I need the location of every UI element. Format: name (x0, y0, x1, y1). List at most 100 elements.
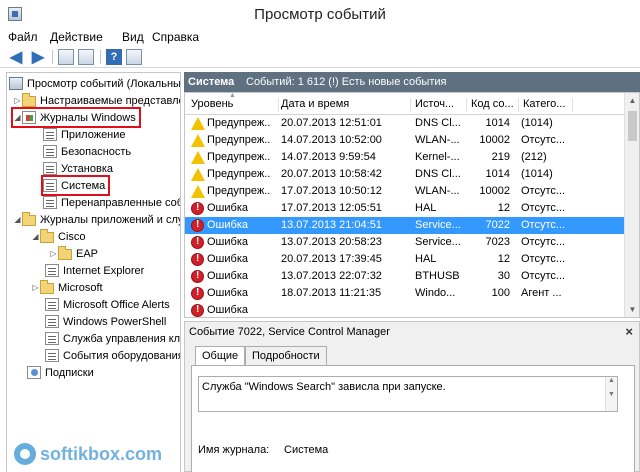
row-source: WLAN-... (415, 134, 460, 146)
tree-item-key-management[interactable]: Служба управления ключами (45, 330, 180, 347)
up-folder-icon[interactable] (58, 49, 74, 65)
log-icon (45, 298, 59, 311)
table-row[interactable]: Ошибка (185, 302, 625, 317)
tree-item-internet-explorer[interactable]: Internet Explorer (45, 262, 144, 279)
menu-help[interactable]: Справка (152, 30, 199, 44)
tree-item-cisco[interactable]: ◢ Cisco (31, 228, 86, 245)
forward-arrow-icon[interactable]: ▶ (30, 49, 46, 66)
error-icon (191, 219, 204, 232)
tree-item-label: Настраиваемые представления (40, 94, 180, 107)
scroll-thumb[interactable] (628, 111, 637, 141)
help-icon[interactable]: ? (106, 49, 122, 65)
error-icon (191, 304, 204, 317)
event-message-box[interactable]: Служба "Windows Search" зависла при запу… (198, 376, 618, 412)
column-source[interactable]: Источ... (415, 98, 467, 112)
tree-item-setup[interactable]: Установка (43, 160, 113, 177)
tree-item-app-service-logs[interactable]: ◢ Журналы приложений и служб (13, 211, 180, 228)
row-source: DNS Cl... (415, 168, 461, 180)
table-row[interactable]: Предупреж... 14.07.2013 10:52:00 WLAN-... 1… (185, 132, 625, 149)
tree-item-label: Журналы приложений и служб (40, 213, 180, 226)
row-event-id: 1014 (485, 168, 510, 180)
row-event-id: 1014 (485, 117, 510, 129)
warning-icon (191, 151, 205, 164)
collapse-icon[interactable]: ◢ (13, 215, 22, 224)
tab-details[interactable]: Подробности (245, 346, 327, 365)
tree-item-label: Подписки (45, 366, 94, 379)
tree-item-security[interactable]: Безопасность (43, 143, 131, 160)
column-datetime[interactable]: Дата и время (281, 98, 411, 112)
row-level: Ошибка (207, 304, 248, 316)
table-row[interactable]: Ошибка 18.07.2013 11:21:35 Windo... 100 Аген… (185, 285, 625, 302)
row-datetime: 17.07.2013 10:50:12 (281, 185, 382, 197)
tree-item-label: Internet Explorer (63, 264, 145, 277)
close-icon[interactable]: × (625, 324, 633, 339)
scroll-up-icon[interactable]: ▲ (625, 93, 639, 108)
table-row[interactable]: Предупреж... 17.07.2013 10:50:12 WLAN-... 1… (185, 183, 625, 200)
column-category[interactable]: Катего... (523, 98, 573, 112)
column-event-id[interactable]: Код со... (471, 98, 519, 112)
row-datetime: 13.07.2013 22:07:32 (281, 270, 382, 282)
error-icon (191, 253, 204, 266)
log-icon (45, 315, 59, 328)
column-level[interactable]: Уровень (191, 98, 279, 112)
tree-item-label: EAP (76, 247, 99, 260)
table-row[interactable]: Предупреж... 20.07.2013 12:51:01 DNS Cl...… (185, 115, 625, 132)
table-row[interactable]: Ошибка 13.07.2013 21:04:51 Service... 7022 О… (185, 217, 625, 234)
expand-icon[interactable]: ▷ (49, 249, 58, 258)
tree-item-powershell[interactable]: Windows PowerShell (45, 313, 166, 330)
row-category: Отсутс... (521, 185, 566, 197)
subscriptions-icon (27, 366, 41, 379)
table-row[interactable]: Ошибка 17.07.2013 12:05:51 HAL 12 Отсутс... (185, 200, 625, 217)
scroll-down-icon[interactable]: ▼ (625, 302, 639, 317)
log-icon (43, 162, 57, 175)
table-row[interactable]: Предупреж... 14.07.2013 9:59:54 Kernel-...… (185, 149, 625, 166)
table-row[interactable]: Ошибка 20.07.2013 17:39:45 HAL 12 Отсутс... (185, 251, 625, 268)
title-bar: Просмотр событий (0, 0, 640, 28)
events-scrollbar[interactable]: ▲ ▼ (624, 93, 639, 317)
tab-general[interactable]: Общие (195, 346, 246, 366)
tree-item-custom-views[interactable]: ▷ Настраиваемые представления (13, 92, 180, 109)
row-level: Ошибка (207, 270, 248, 282)
log-icon (43, 128, 57, 141)
row-source: BTHUSB (415, 270, 460, 282)
back-arrow-icon[interactable]: ◀ (8, 49, 24, 66)
expand-icon[interactable]: ▷ (31, 283, 40, 292)
row-source: Kernel-... (415, 151, 460, 163)
table-row[interactable]: Предупреж... 20.07.2013 10:58:42 DNS Cl...… (185, 166, 625, 183)
windows-logs-icon (22, 111, 36, 124)
table-row[interactable]: Ошибка 13.07.2013 20:58:23 Service... 7023 О… (185, 234, 625, 251)
toolbar-separator (52, 50, 53, 64)
collapse-icon[interactable]: ◢ (13, 113, 22, 122)
warning-icon (191, 134, 205, 147)
row-event-id: 7023 (485, 236, 510, 248)
tree-item-office-alerts[interactable]: Microsoft Office Alerts (45, 296, 170, 313)
folder-icon (58, 245, 72, 260)
expand-icon[interactable]: ▷ (13, 96, 22, 105)
tree-item-hardware-events[interactable]: События оборудования (45, 347, 180, 364)
row-datetime: 14.07.2013 9:59:54 (281, 151, 376, 163)
properties-icon[interactable] (126, 49, 142, 65)
tree-item-application[interactable]: Приложение (43, 126, 126, 143)
log-name-label: Имя журнала: (198, 444, 270, 456)
tree-item-system[interactable]: Система (40, 175, 111, 196)
tree-item-microsoft[interactable]: ▷ Microsoft (31, 279, 103, 296)
tree-root[interactable]: Просмотр событий (Локальный) (9, 75, 180, 92)
menu-view[interactable]: Вид (122, 30, 144, 44)
row-category: Отсутс... (521, 253, 566, 265)
table-row[interactable]: Ошибка 13.07.2013 22:07:32 BTHUSB 30 Отсутс.… (185, 268, 625, 285)
tree-item-label: Перенаправленные события (61, 196, 180, 209)
menu-file[interactable]: Файл (8, 30, 38, 44)
menu-action[interactable]: Действие (50, 30, 103, 44)
message-scrollbar[interactable]: ▲ ▼ (605, 377, 617, 411)
events-pane: Система Событий: 1 612 (!) Есть новые со… (184, 72, 640, 472)
show-hide-tree-icon[interactable] (78, 49, 94, 65)
tree-item-windows-logs[interactable]: ◢ Журналы Windows (11, 107, 141, 128)
collapse-icon[interactable]: ◢ (31, 232, 40, 241)
tree-item-eap[interactable]: ▷ EAP (49, 245, 98, 262)
tree-item-label: Журналы Windows (40, 111, 136, 124)
row-datetime: 13.07.2013 21:04:51 (281, 219, 382, 231)
event-message: Служба "Windows Search" зависла при запу… (202, 381, 446, 393)
tree-item-subscriptions[interactable]: Подписки (27, 364, 94, 381)
tree-item-forwarded-events[interactable]: Перенаправленные события (43, 194, 180, 211)
log-icon (43, 179, 57, 192)
